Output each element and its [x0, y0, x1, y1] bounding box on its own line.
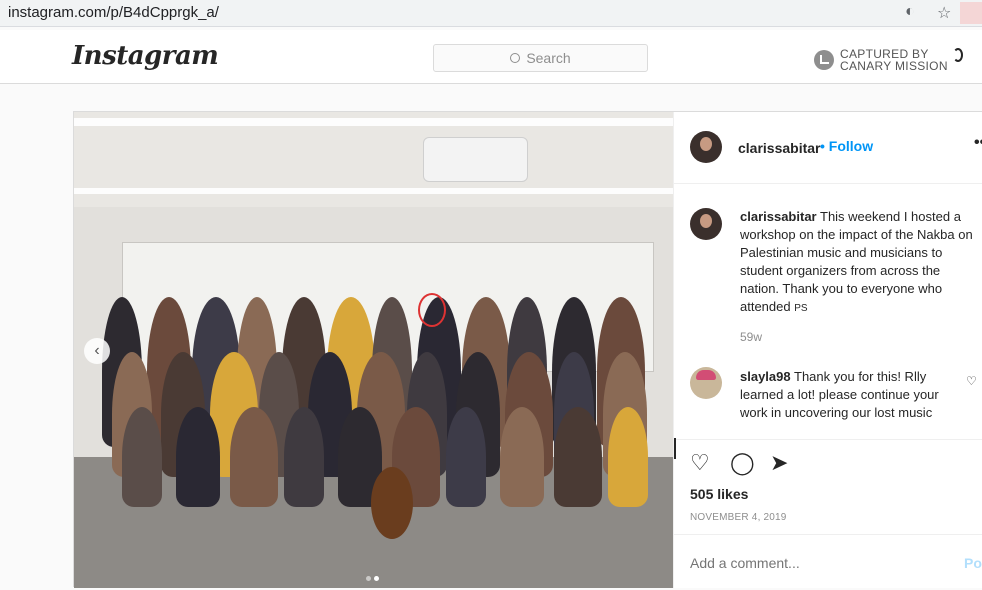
caption-text: This weekend I hosted a workshop on the …	[740, 209, 973, 314]
photo-person	[500, 407, 544, 507]
star-icon[interactable]: ☆	[937, 3, 951, 23]
post-caption: clarissabitar This weekend I hosted a wo…	[740, 208, 976, 318]
like-count[interactable]: 505 likes	[690, 486, 748, 502]
post-photo[interactable]: ‹	[74, 112, 673, 588]
caption-username[interactable]: clarissabitar	[740, 209, 817, 224]
carousel-dots	[366, 568, 382, 586]
red-circle-annotation	[418, 293, 446, 327]
photo-person	[176, 407, 220, 507]
partial-nav-icon[interactable]	[953, 48, 963, 62]
search-input[interactable]: Search	[433, 44, 648, 72]
extension-icon[interactable]	[960, 2, 982, 24]
canary-text: CAPTURED BY CANARY MISSION	[840, 48, 948, 72]
more-options-icon[interactable]: •••	[974, 134, 982, 152]
photo-person	[284, 407, 324, 507]
canary-line2: CANARY MISSION	[840, 59, 948, 73]
eye-off-icon[interactable]: ◐	[905, 3, 915, 21]
carousel-dot[interactable]	[366, 576, 371, 581]
photo-light	[74, 118, 673, 126]
photo-projector	[423, 137, 528, 182]
browser-url-bar: instagram.com/p/B4dCpprgk_a/ ◐ ☆	[0, 0, 982, 27]
comment-like-icon[interactable]: ♡	[966, 374, 977, 388]
avatar[interactable]	[690, 131, 722, 163]
canary-clock-icon	[814, 50, 834, 70]
heart-icon[interactable]: ♡	[690, 452, 710, 474]
photo-person	[230, 407, 278, 507]
comment-input[interactable]	[690, 555, 930, 571]
search-icon	[510, 53, 521, 63]
photo-person	[446, 407, 486, 507]
post-username[interactable]: clarissabitar	[738, 140, 821, 156]
bookmark-icon[interactable]	[674, 438, 676, 459]
top-navigation: Instagram Search CAPTURED BY CANARY MISS…	[0, 30, 982, 84]
commenter-avatar[interactable]	[690, 367, 722, 399]
search-placeholder: Search	[526, 50, 571, 66]
photo-person	[122, 407, 162, 507]
photo-oud-instrument	[371, 467, 413, 539]
follow-button[interactable]: • Follow	[820, 138, 873, 154]
post-comment-button[interactable]: Post	[964, 555, 982, 571]
instagram-logo[interactable]: Instagram	[72, 41, 219, 71]
post-actions: ♡ ◯ ➤ 505 likes NOVEMBER 4, 2019 Post	[674, 438, 982, 590]
photo-light	[74, 188, 673, 194]
add-comment-bar: Post	[674, 534, 982, 590]
post-sidebar: clarissabitar • Follow ••• clarissabitar…	[673, 112, 982, 588]
post-header: clarissabitar • Follow •••	[674, 112, 982, 184]
photo-person	[608, 407, 648, 507]
caption-time-ago[interactable]: 59w	[740, 330, 762, 344]
photo-person	[554, 407, 602, 507]
caption-avatar[interactable]	[690, 208, 722, 240]
post-container: ‹ clarissabitar • Follow ••• clarissabit…	[73, 111, 982, 588]
carousel-prev-button[interactable]: ‹	[84, 338, 110, 364]
comment-item: slayla98 Thank you for this! Rlly learne…	[740, 368, 962, 422]
post-date: NOVEMBER 4, 2019	[690, 512, 787, 523]
share-icon[interactable]: ➤	[770, 452, 788, 474]
comment-username[interactable]: slayla98	[740, 369, 791, 384]
carousel-dot-active[interactable]	[374, 576, 379, 581]
caption-flag-badge: PS	[794, 303, 808, 314]
follow-label: Follow	[828, 138, 874, 154]
url-text[interactable]: instagram.com/p/B4dCpprgk_a/	[8, 4, 219, 21]
comment-icon[interactable]: ◯	[730, 452, 755, 474]
